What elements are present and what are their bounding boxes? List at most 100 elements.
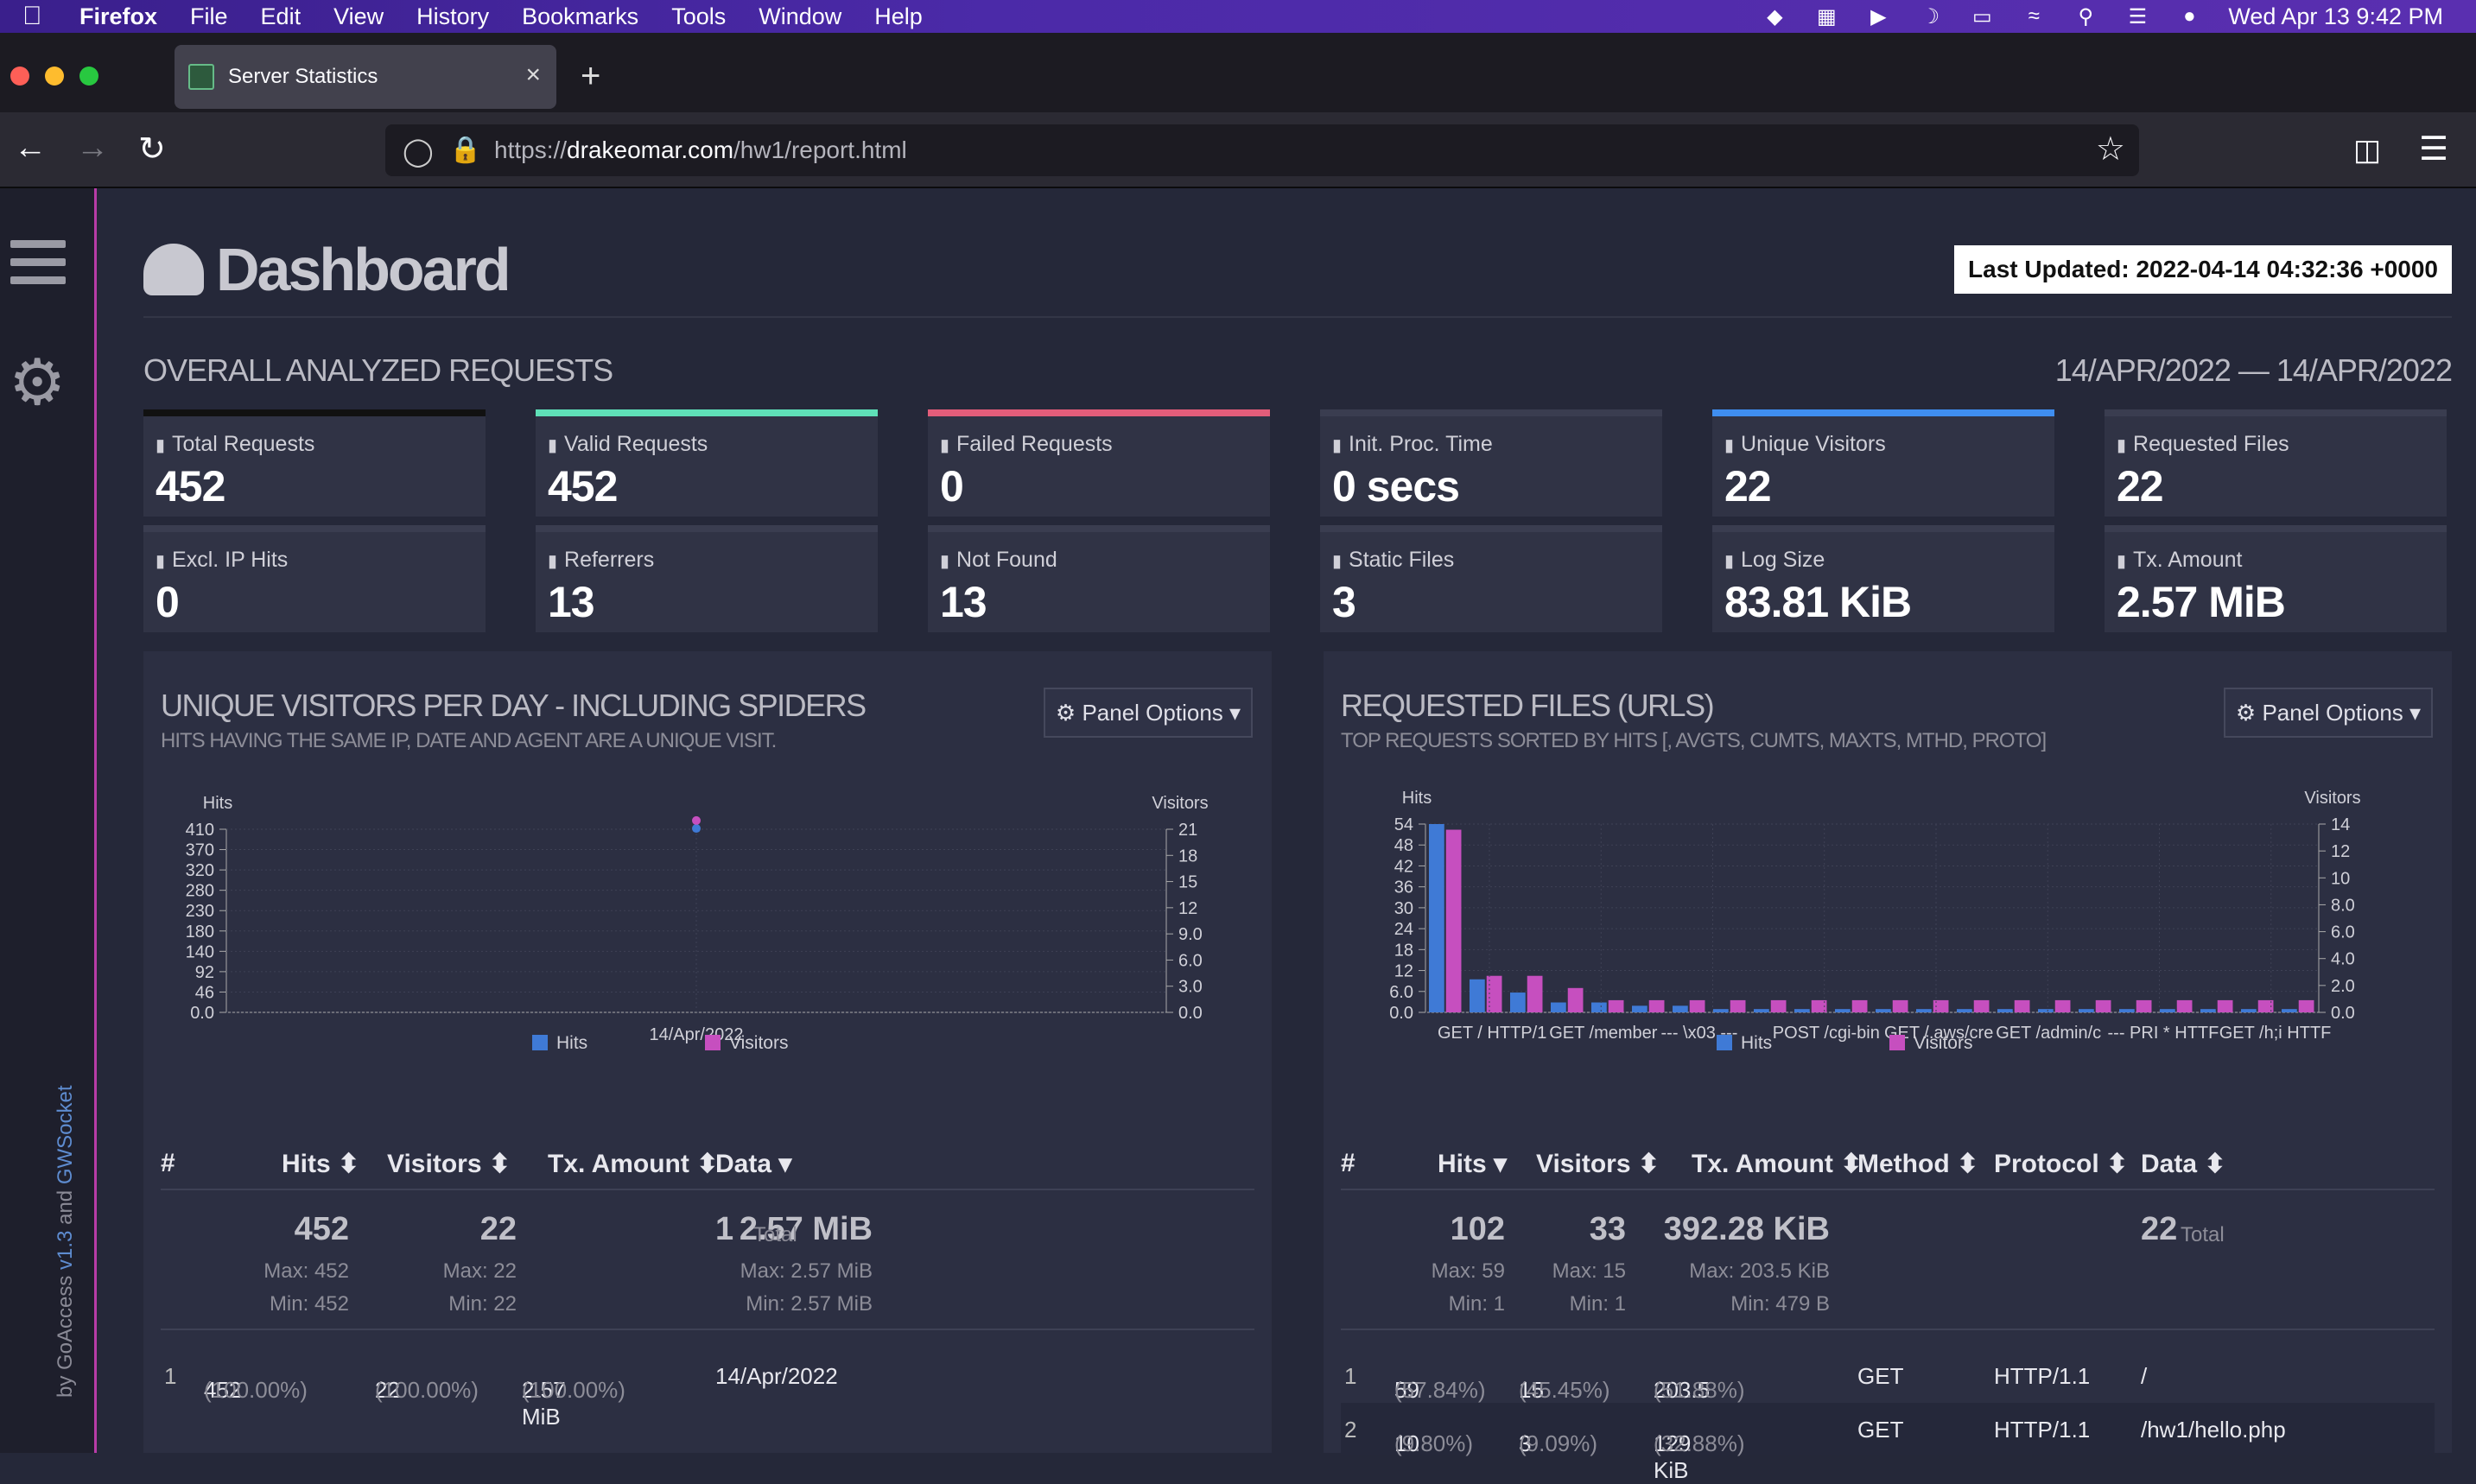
summary-tx-max: Max: 2.57 MiB — [740, 1259, 873, 1283]
col-hits[interactable]: Hits ▾ — [1438, 1149, 1507, 1179]
legend-swatch — [1889, 1035, 1905, 1050]
app-menu-icon[interactable]: ☰ — [2419, 130, 2448, 168]
panel-options-button[interactable]: ⚙ Panel Options ▾ — [2224, 688, 2433, 738]
bar-hits — [1997, 1009, 2013, 1012]
bookmark-star-icon[interactable]: ☆ — [2096, 130, 2125, 168]
bar-hits — [1470, 979, 1485, 1012]
col-num[interactable]: # — [1341, 1149, 1355, 1178]
panel-options-button[interactable]: ⚙ Panel Options ▾ — [1044, 688, 1253, 738]
bar-hits — [1754, 1009, 1769, 1012]
menu-app-firefox[interactable]: Firefox — [79, 3, 157, 30]
layout-icon[interactable]: ▦ — [1813, 5, 1839, 29]
menu-edit[interactable]: Edit — [261, 3, 302, 30]
table-row[interactable]: 1 59 (57.84%) 15 (45.45%) 203.5 KiB (51.… — [1341, 1349, 2435, 1430]
bar-visitors — [2217, 999, 2233, 1012]
menu-view[interactable]: View — [333, 3, 384, 30]
card-referrers: Referrers 13 — [536, 525, 878, 632]
goaccess-version-link[interactable]: v1.3 — [54, 1231, 77, 1270]
control-center-icon[interactable]: ☰ — [2124, 5, 2150, 29]
y-tick-label: 6.0 — [1389, 983, 1413, 1002]
gwsocket-link[interactable]: GWSocket — [54, 1085, 77, 1184]
menu-help[interactable]: Help — [874, 3, 923, 30]
wifi-icon[interactable]: ≈ — [2021, 4, 2047, 28]
bar-visitors — [1730, 999, 1746, 1012]
menu-history[interactable]: History — [416, 3, 489, 30]
y-tick-label: 0.0 — [1389, 1004, 1413, 1023]
settings-gear-icon[interactable]: ⚙ — [9, 346, 66, 420]
col-tx-amount[interactable]: Tx. Amount ⬍ — [548, 1149, 718, 1179]
macos-menu-bar:  Firefox File Edit View History Bookmar… — [0, 0, 2476, 33]
pocket-icon[interactable]: ◫ — [2353, 133, 2381, 168]
col-visitors[interactable]: Visitors ⬍ — [1536, 1149, 1660, 1179]
tab-server-statistics[interactable]: Server Statistics × — [175, 45, 556, 109]
card-total-requests: Total Requests 452 — [143, 409, 486, 517]
card-label: Total Requests — [156, 432, 314, 457]
summary-tx-max: Max: 203.5 KiB — [1689, 1259, 1830, 1283]
col-visitors[interactable]: Visitors ⬍ — [387, 1149, 511, 1179]
moon-icon[interactable]: ☽ — [1917, 5, 1943, 29]
battery-icon[interactable]: ▭ — [1969, 5, 1995, 29]
col-data[interactable]: Data ▾ — [715, 1149, 791, 1179]
menu-window[interactable]: Window — [759, 3, 841, 30]
visitors-table-header: # Hits ⬍ Visitors ⬍ Tx. Amount ⬍ Data ▾ — [161, 1135, 1254, 1190]
menubar-clock[interactable]: Wed Apr 13 9:42 PM — [2228, 3, 2443, 30]
y-tick-label: 230 — [186, 902, 214, 921]
y-tick-label: 12 — [1394, 962, 1413, 981]
hamburger-menu-icon[interactable] — [10, 240, 66, 289]
card-value: 0 secs — [1332, 462, 1460, 511]
x-tick-label: POST /cgi-bin — [1773, 1024, 1880, 1043]
bar-visitors — [1851, 999, 1868, 1012]
col-tx-amount[interactable]: Tx. Amount ⬍ — [1692, 1149, 1862, 1179]
y2-tick-label: 2.0 — [2331, 977, 2355, 996]
y-axis-title: Hits — [1402, 790, 1432, 808]
apple-icon[interactable]:  — [22, 2, 52, 31]
x-tick-label: GET /admin/c — [1996, 1024, 2101, 1043]
menu-bookmarks[interactable]: Bookmarks — [522, 3, 638, 30]
zoom-window-button[interactable] — [79, 67, 98, 86]
data-point-hits — [692, 824, 701, 834]
summary-visitors: 33 — [1589, 1211, 1626, 1247]
panel-subtitle: TOP REQUESTS SORTED BY HITS [, AVGTS, CU… — [1341, 729, 2047, 752]
table-row[interactable]: 2 10 (9.80%) 3 (9.09%) 129 KiB (32.88%) … — [1341, 1403, 2435, 1483]
y-tick-label: 370 — [186, 841, 214, 860]
col-num[interactable]: # — [161, 1149, 175, 1178]
y-tick-label: 320 — [186, 861, 214, 880]
url-bar[interactable]: ◯ 🔒 https://drakeomar.com/hw1/report.htm… — [385, 124, 2139, 176]
menu-tools[interactable]: Tools — [671, 3, 726, 30]
summary-data-label: Total — [2181, 1223, 2225, 1246]
tab-close-icon[interactable]: × — [525, 60, 541, 90]
card-value: 22 — [1724, 462, 1772, 511]
back-arrow-icon[interactable]: ← — [14, 130, 47, 167]
card-value: 83.81 KiB — [1724, 578, 1912, 626]
minimize-window-button[interactable] — [45, 67, 64, 86]
new-tab-button[interactable]: + — [581, 57, 600, 96]
x-tick-label: --- PRI * HTTF — [2108, 1024, 2219, 1043]
play-circle-icon[interactable]: ▶ — [1865, 5, 1891, 29]
y-tick-label: 46 — [195, 983, 214, 1002]
col-protocol[interactable]: Protocol ⬍ — [1994, 1149, 2128, 1179]
card-label: Unique Visitors — [1724, 432, 1886, 457]
card-value: 3 — [1332, 578, 1356, 626]
summary-data: 22 — [2141, 1211, 2178, 1247]
col-hits[interactable]: Hits ⬍ — [282, 1149, 359, 1179]
forward-arrow-icon[interactable]: → — [76, 130, 109, 167]
close-window-button[interactable] — [10, 67, 29, 86]
col-method[interactable]: Method ⬍ — [1857, 1149, 1978, 1179]
bar-visitors — [2054, 999, 2071, 1012]
y-axis-title: Hits — [203, 794, 232, 813]
siri-icon[interactable]: ● — [2176, 4, 2202, 28]
shield-icon[interactable]: ◯ — [403, 135, 434, 168]
reload-icon[interactable]: ↻ — [138, 130, 166, 168]
card-not-found: Not Found 13 — [928, 525, 1270, 632]
search-icon[interactable]: ⚲ — [2073, 5, 2098, 29]
url-text[interactable]: https://drakeomar.com/hw1/report.html — [494, 136, 907, 164]
panel-requested-files: REQUESTED FILES (URLS) TOP REQUESTS SORT… — [1324, 651, 2452, 1483]
table-row[interactable]: 1 452 (100.00%) 22 (100.00%) 2.57 MiB (1… — [161, 1349, 1254, 1430]
bar-hits — [1591, 1002, 1607, 1012]
summary-hits-min: Min: 452 — [269, 1292, 349, 1316]
col-data[interactable]: Data ⬍ — [2141, 1149, 2226, 1179]
status-app-icon[interactable]: ◆ — [1762, 5, 1787, 29]
bar-hits — [1713, 1009, 1729, 1012]
lock-icon[interactable]: 🔒 — [449, 135, 481, 165]
menu-file[interactable]: File — [190, 3, 228, 30]
